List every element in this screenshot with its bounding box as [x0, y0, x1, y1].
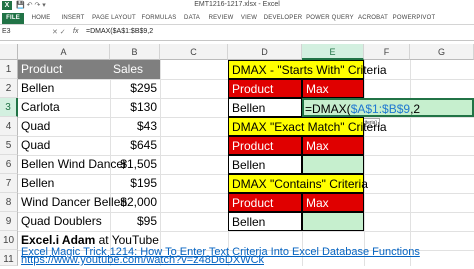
criteria1-header-product[interactable]: Product: [228, 79, 302, 98]
formula-bar-buttons[interactable]: ✕ ✓: [52, 28, 66, 36]
tab-home[interactable]: HOME: [28, 13, 54, 24]
criteria3-value[interactable]: Bellen: [228, 212, 302, 231]
criteria3-result[interactable]: [302, 212, 364, 231]
column-header-b[interactable]: B: [110, 44, 160, 60]
ribbon-tabs: FILE HOME INSERT PAGE LAYOUT FORMULAS DA…: [0, 11, 474, 25]
insert-function-icon[interactable]: fx: [73, 28, 78, 35]
tab-view[interactable]: VIEW: [238, 13, 260, 24]
row-header-6[interactable]: 6: [0, 155, 18, 174]
criteria3-title[interactable]: DMAX "Contains" Criteria: [228, 174, 368, 193]
table-cell-product[interactable]: Quad Doublers: [18, 212, 110, 231]
column-header-d[interactable]: D: [228, 44, 302, 60]
row-header-5[interactable]: 5: [0, 136, 18, 155]
formula-bar: E3 ✕ ✓ fx =DMAX($A$1:$B$9,2: [0, 25, 474, 41]
criteria1-header-max[interactable]: Max: [302, 79, 364, 98]
editing-formula-suffix: ,2: [410, 102, 421, 116]
tab-page-layout[interactable]: PAGE LAYOUT: [90, 13, 138, 24]
criteria2-result[interactable]: [302, 155, 364, 174]
criteria3-header-product[interactable]: Product: [228, 193, 302, 212]
gridline: [410, 60, 411, 266]
criteria2-header-max[interactable]: Max: [302, 136, 364, 155]
tab-insert[interactable]: INSERT: [58, 13, 88, 24]
table-cell-sales[interactable]: $130: [110, 98, 160, 117]
title-bar: X 💾 ↶ ↷ ▾ EMT1216-1217.xlsx - Excel: [0, 0, 474, 11]
row-header-7[interactable]: 7: [0, 174, 18, 193]
criteria3-header-max[interactable]: Max: [302, 193, 364, 212]
tab-powerpivot[interactable]: POWERPIVOT: [392, 13, 436, 24]
criteria2-title[interactable]: DMAX "Exact Match" Criteria: [228, 117, 387, 136]
table-cell-sales[interactable]: $43: [110, 117, 160, 136]
tab-developer[interactable]: DEVELOPER: [262, 13, 304, 24]
window-title: EMT1216-1217.xlsx - Excel: [194, 1, 280, 8]
tab-formulas[interactable]: FORMULAS: [140, 13, 178, 24]
table-cell-product[interactable]: Carlota: [18, 98, 110, 117]
table-cell-product[interactable]: Bellen: [18, 79, 110, 98]
row-header-1[interactable]: 1: [0, 60, 18, 79]
formula-input[interactable]: =DMAX($A$1:$B$9,2: [86, 28, 153, 35]
row-header-2[interactable]: 2: [0, 79, 18, 98]
editing-formula-prefix: =DMAX(: [305, 102, 351, 116]
table-cell-sales[interactable]: $295: [110, 79, 160, 98]
table-cell-sales[interactable]: $1,505: [110, 155, 160, 174]
channel-suffix: at YouTube: [95, 233, 159, 247]
criteria1-value[interactable]: Bellen: [228, 98, 302, 117]
tab-acrobat[interactable]: ACROBAT: [356, 13, 390, 24]
row-header-9[interactable]: 9: [0, 212, 18, 231]
tab-file[interactable]: FILE: [2, 13, 24, 24]
tab-data[interactable]: DATA: [180, 13, 204, 24]
table-cell-product[interactable]: Wind Dancer Bellen: [18, 193, 127, 212]
criteria1-result-cell-editing[interactable]: =DMAX($A$1:$B$9,2: [302, 98, 474, 117]
row-header-10[interactable]: 10: [0, 231, 18, 250]
table-cell-product[interactable]: Bellen: [18, 174, 110, 193]
channel-name: Excel.i Adam: [21, 233, 96, 247]
name-box[interactable]: E3: [2, 28, 48, 39]
select-all-corner[interactable]: [0, 44, 18, 60]
criteria1-title[interactable]: DMAX - "Starts With" Criteria: [228, 60, 387, 79]
column-header-f[interactable]: F: [364, 44, 410, 60]
column-header-c[interactable]: C: [160, 44, 228, 60]
row-header-11[interactable]: 11: [0, 250, 18, 266]
video-url-link[interactable]: https://www.youtube.com/watch?v=z48D6DXW…: [18, 254, 474, 266]
criteria2-value[interactable]: Bellen: [228, 155, 302, 174]
criteria2-header-product[interactable]: Product: [228, 136, 302, 155]
column-header-e[interactable]: E: [302, 44, 364, 60]
table-cell-product[interactable]: Quad: [18, 136, 110, 155]
row-header-3[interactable]: 3: [0, 98, 18, 117]
column-header-a[interactable]: A: [18, 44, 110, 60]
column-header-g[interactable]: G: [410, 44, 474, 60]
table-cell-sales[interactable]: $95: [110, 212, 160, 231]
table-cell-sales[interactable]: $2,000: [110, 193, 160, 212]
table-cell-sales[interactable]: $195: [110, 174, 160, 193]
tab-power-query[interactable]: POWER QUERY: [306, 13, 354, 24]
table-cell-product[interactable]: Bellen Wind Dancer: [18, 155, 127, 174]
row-header-8[interactable]: 8: [0, 193, 18, 212]
table-header-sales[interactable]: Sales: [110, 60, 160, 79]
table-cell-sales[interactable]: $645: [110, 136, 160, 155]
table-cell-product[interactable]: Quad: [18, 117, 110, 136]
editing-formula-range: $A$1:$B$9: [350, 102, 411, 116]
row-header-4[interactable]: 4: [0, 117, 18, 136]
table-header-product[interactable]: Product: [18, 60, 110, 79]
tab-review[interactable]: REVIEW: [206, 13, 236, 24]
gridline: [364, 60, 365, 266]
